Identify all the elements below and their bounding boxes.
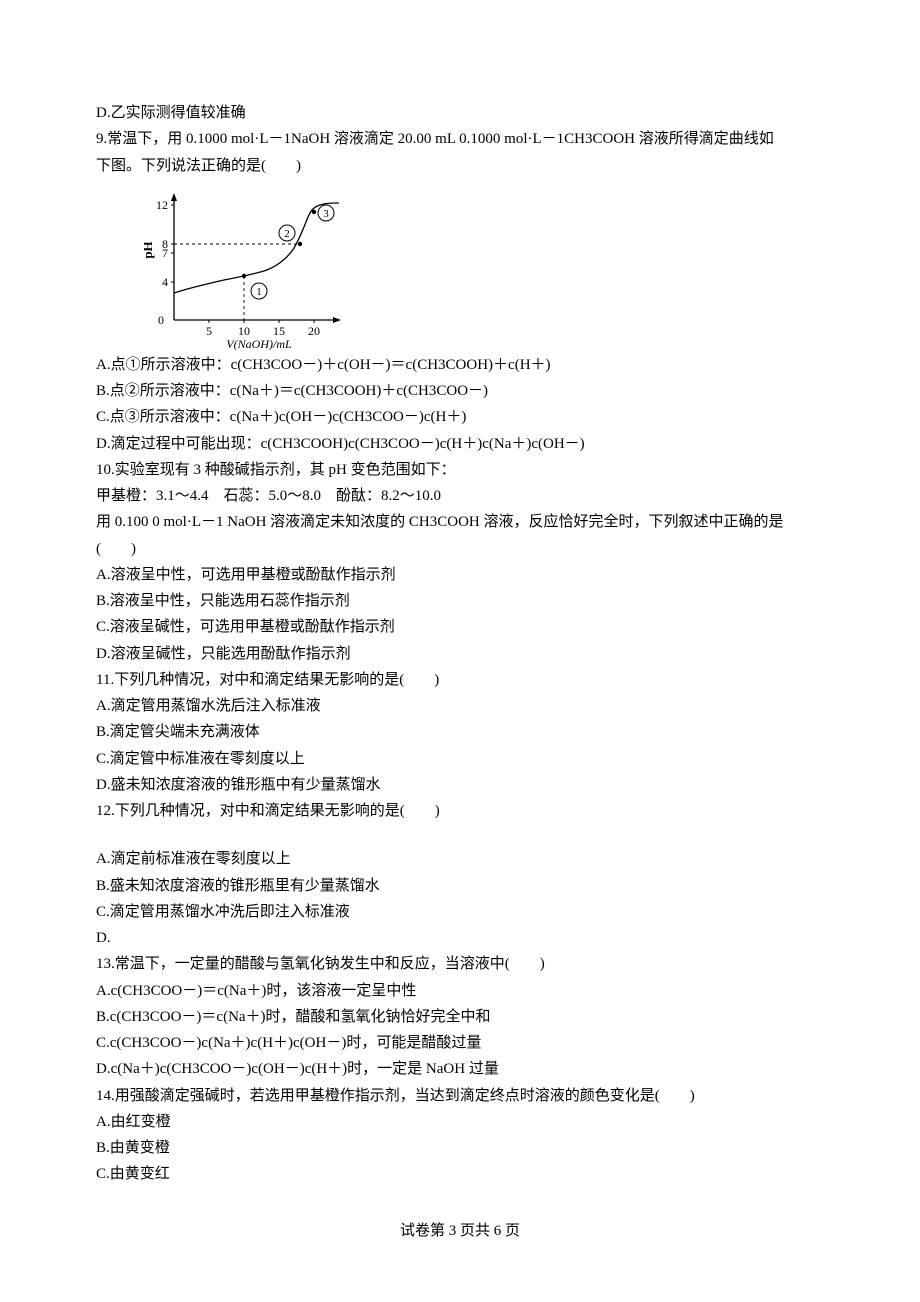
q14-stem: 14.用强酸滴定强碱时，若选用甲基橙作指示剂，当达到滴定终点时溶液的颜色变化是(…: [96, 1083, 824, 1109]
q10-stem-1: 10.实验室现有 3 种酸碱指示剂，其 pH 变色范围如下：: [96, 457, 824, 483]
q9-option-b: B.点②所示溶液中：c(Na＋)＝c(CH3COOH)＋c(CH3COO－): [96, 378, 824, 404]
q14-option-c: C.由黄变红: [96, 1161, 824, 1187]
q12-option-c: C.滴定管用蒸馏水冲洗后即注入标准液: [96, 899, 824, 925]
q9-chart: 0 4 7 8 12 5 10 15 20: [144, 185, 824, 350]
svg-text:15: 15: [273, 324, 285, 338]
svg-text:0: 0: [158, 313, 164, 327]
svg-text:3: 3: [323, 208, 329, 220]
q13-option-a: A.c(CH3COO－)＝c(Na＋)时，该溶液一定呈中性: [96, 978, 824, 1004]
q9-option-a: A.点①所示溶液中：c(CH3COO－)＋c(OH－)＝c(CH3COOH)＋c…: [96, 352, 824, 378]
svg-text:12: 12: [156, 198, 168, 212]
svg-text:8: 8: [162, 237, 168, 251]
q10-stem-2: 甲基橙：3.1～4.4 石蕊：5.0～8.0 酚酞：8.2～10.0: [96, 483, 824, 509]
q14-option-b: B.由黄变橙: [96, 1135, 824, 1161]
q8-option-d: D.乙实际测得值较准确: [96, 100, 824, 126]
q11-option-a: A.滴定管用蒸馏水洗后注入标准液: [96, 693, 824, 719]
q10-option-c: C.溶液呈碱性，可选用甲基橙或酚酞作指示剂: [96, 614, 824, 640]
q12-stem: 12.下列几种情况，对中和滴定结果无影响的是( ): [96, 798, 824, 824]
q9-option-c: C.点③所示溶液中：c(Na＋)c(OH－)c(CH3COO－)c(H＋): [96, 404, 824, 430]
q12-option-a: A.滴定前标准液在零刻度以上: [96, 846, 824, 872]
svg-text:10: 10: [238, 324, 250, 338]
titration-curve-svg: 0 4 7 8 12 5 10 15 20: [144, 185, 354, 350]
svg-text:20: 20: [308, 324, 320, 338]
q10-option-a: A.溶液呈中性，可选用甲基橙或酚酞作指示剂: [96, 562, 824, 588]
q11-option-c: C.滴定管中标准液在零刻度以上: [96, 746, 824, 772]
q9-stem-1: 9.常温下，用 0.1000 mol·L－1NaOH 溶液滴定 20.00 mL…: [96, 126, 824, 152]
q11-option-d: D.盛未知浓度溶液的锥形瓶中有少量蒸馏水: [96, 772, 824, 798]
page-footer: 试卷第 3 页共 6 页: [96, 1218, 824, 1244]
q11-stem: 11.下列几种情况，对中和滴定结果无影响的是( ): [96, 667, 824, 693]
q10-option-b: B.溶液呈中性，只能选用石蕊作指示剂: [96, 588, 824, 614]
q14-option-a: A.由红变橙: [96, 1109, 824, 1135]
svg-text:V(NaOH)/mL: V(NaOH)/mL: [226, 337, 292, 350]
q12-option-b: B.盛未知浓度溶液的锥形瓶里有少量蒸馏水: [96, 873, 824, 899]
q13-option-b: B.c(CH3COO－)＝c(Na＋)时，醋酸和氢氧化钠恰好完全中和: [96, 1004, 824, 1030]
svg-text:5: 5: [206, 324, 212, 338]
q13-stem: 13.常温下，一定量的醋酸与氢氧化钠发生中和反应，当溶液中( ): [96, 951, 824, 977]
q13-option-c: C.c(CH3COO－)c(Na＋)c(H＋)c(OH－)时，可能是醋酸过量: [96, 1030, 824, 1056]
q10-stem-4: ( ): [96, 536, 824, 562]
q9-option-d: D.滴定过程中可能出现：c(CH3COOH)c(CH3COO－)c(H＋)c(N…: [96, 431, 824, 457]
svg-text:1: 1: [256, 286, 262, 298]
svg-text:4: 4: [162, 275, 168, 289]
q10-option-d: D.溶液呈碱性，只能选用酚酞作指示剂: [96, 641, 824, 667]
q12-option-d: D.: [96, 925, 824, 951]
q12-gap: [96, 824, 824, 846]
svg-text:pH: pH: [144, 241, 155, 258]
svg-text:2: 2: [284, 228, 290, 240]
q11-option-b: B.滴定管尖端未充满液体: [96, 719, 824, 745]
q10-stem-3: 用 0.100 0 mol·L－1 NaOH 溶液滴定未知浓度的 CH3COOH…: [96, 509, 824, 535]
q9-stem-2: 下图。下列说法正确的是( ): [96, 153, 824, 179]
q13-option-d: D.c(Na＋)c(CH3COO－)c(OH－)c(H＋)时，一定是 NaOH …: [96, 1056, 824, 1082]
